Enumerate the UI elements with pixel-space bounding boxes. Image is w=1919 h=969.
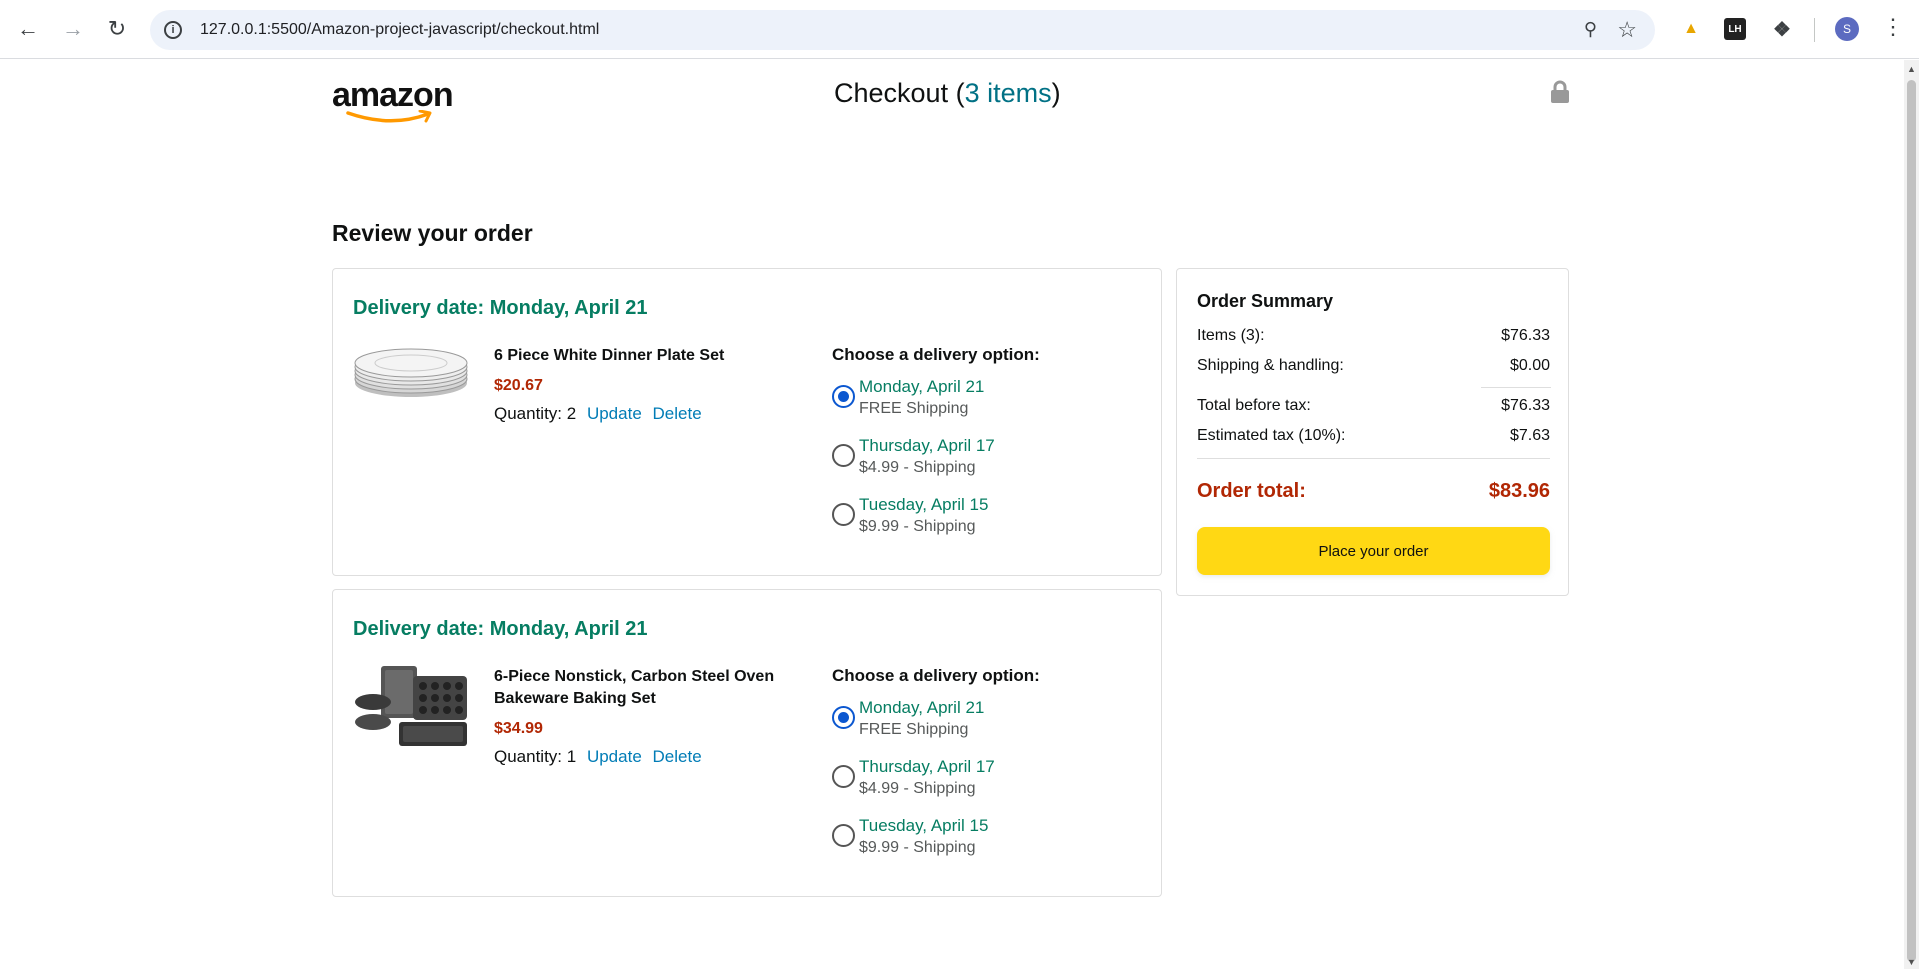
toolbar-divider bbox=[1814, 18, 1815, 42]
checkout-suffix: ) bbox=[1051, 78, 1061, 108]
delivery-option[interactable]: Tuesday, April 15 $9.99 - Shipping bbox=[832, 494, 988, 538]
product-quantity: Quantity: 1 Update Delete bbox=[494, 747, 702, 767]
lock-icon bbox=[1551, 80, 1569, 103]
url-text[interactable]: 127.0.0.1:5500/Amazon-project-javascript… bbox=[200, 21, 599, 39]
delivery-option[interactable]: Tuesday, April 15 $9.99 - Shipping bbox=[832, 815, 988, 859]
summary-items-label: Items (3): bbox=[1197, 327, 1265, 344]
summary-shipping-value: $0.00 bbox=[1509, 357, 1550, 374]
update-link[interactable]: Update bbox=[587, 404, 642, 423]
delivery-option-radio[interactable] bbox=[832, 706, 855, 729]
delivery-option[interactable]: Monday, April 21 FREE Shipping bbox=[832, 376, 984, 420]
delivery-option-price: $9.99 - Shipping bbox=[859, 518, 976, 535]
summary-before-tax-label: Total before tax: bbox=[1197, 397, 1311, 414]
summary-shipping-label: Shipping & handling: bbox=[1197, 357, 1344, 374]
order-summary: Order Summary Items (3): $76.33 Shipping… bbox=[1176, 268, 1569, 596]
items-count-link[interactable]: 3 items bbox=[965, 78, 1052, 108]
delivery-options-heading: Choose a delivery option: bbox=[832, 666, 1040, 685]
logo-text: amazon bbox=[332, 76, 454, 114]
page-title: Review your order bbox=[332, 220, 533, 246]
product-name: 6 Piece White Dinner Plate Set bbox=[494, 347, 725, 364]
update-link[interactable]: Update bbox=[587, 747, 642, 766]
summary-title: Order Summary bbox=[1197, 291, 1334, 311]
delivery-option-radio[interactable] bbox=[832, 824, 855, 847]
delivery-date: Delivery date: Monday, April 21 bbox=[353, 618, 648, 640]
vertical-scrollbar[interactable]: ▲ ▼ bbox=[1904, 60, 1919, 969]
delivery-options-heading: Choose a delivery option: bbox=[832, 345, 1040, 364]
delivery-option-price: $4.99 - Shipping bbox=[859, 780, 976, 797]
summary-tax-label: Estimated tax (10%): bbox=[1197, 427, 1346, 444]
browser-toolbar: ← → ↻ i 127.0.0.1:5500/Amazon-project-ja… bbox=[0, 0, 1919, 59]
delivery-option-radio[interactable] bbox=[832, 444, 855, 467]
back-icon[interactable]: ← bbox=[14, 15, 42, 43]
summary-before-tax-value: $76.33 bbox=[1501, 397, 1550, 414]
bookmark-star-icon[interactable]: ☆ bbox=[1617, 17, 1637, 43]
delivery-option-date: Thursday, April 17 bbox=[859, 436, 995, 455]
product-image-plates bbox=[354, 348, 468, 397]
scroll-thumb[interactable] bbox=[1907, 80, 1916, 962]
delivery-option-radio[interactable] bbox=[832, 503, 855, 526]
delivery-option-date: Monday, April 21 bbox=[859, 377, 985, 396]
delivery-option-price: FREE Shipping bbox=[859, 721, 969, 738]
summary-items-value: $76.33 bbox=[1501, 327, 1550, 344]
summary-row-shipping: Shipping & handling: $0.00 bbox=[1197, 357, 1550, 375]
delivery-option-radio[interactable] bbox=[832, 765, 855, 788]
amazon-logo[interactable]: amazon bbox=[332, 76, 454, 123]
delivery-option-price: FREE Shipping bbox=[859, 400, 969, 417]
product-quantity: Quantity: 2 Update Delete bbox=[494, 404, 702, 424]
delivery-option-date: Thursday, April 17 bbox=[859, 757, 995, 776]
delete-link[interactable]: Delete bbox=[653, 747, 702, 766]
delivery-option-date: Tuesday, April 15 bbox=[859, 816, 989, 835]
delivery-option-radio[interactable] bbox=[832, 385, 855, 408]
product-price: $20.67 bbox=[494, 377, 543, 394]
profile-avatar[interactable]: S bbox=[1835, 17, 1859, 41]
cart-item-container: Delivery date: Monday, April 21 6-Piece … bbox=[332, 589, 1162, 897]
order-total-value: $83.96 bbox=[1488, 480, 1550, 502]
extensions-puzzle-icon[interactable]: ❖ bbox=[1770, 18, 1794, 41]
quantity-label: Quantity: 1 bbox=[494, 747, 577, 766]
zoom-icon[interactable]: ⚲ bbox=[1584, 19, 1597, 40]
summary-divider bbox=[1197, 458, 1550, 459]
summary-row-tax: Estimated tax (10%): $7.63 bbox=[1197, 427, 1550, 445]
summary-divider bbox=[1481, 387, 1551, 388]
delivery-option[interactable]: Thursday, April 17 $4.99 - Shipping bbox=[832, 756, 995, 800]
extension-lighthouse-icon[interactable]: LH bbox=[1724, 18, 1746, 40]
forward-icon[interactable]: → bbox=[59, 15, 87, 43]
checkout-header: Checkout (3 items) bbox=[834, 78, 1061, 109]
summary-row-items: Items (3): $76.33 bbox=[1197, 327, 1550, 345]
quantity-label: Quantity: 2 bbox=[494, 404, 577, 423]
summary-row-before-tax: Total before tax: $76.33 bbox=[1197, 397, 1550, 415]
delivery-option-price: $4.99 - Shipping bbox=[859, 459, 976, 476]
delivery-option-date: Monday, April 21 bbox=[859, 698, 985, 717]
delivery-option-date: Tuesday, April 15 bbox=[859, 495, 989, 514]
delivery-date: Delivery date: Monday, April 21 bbox=[353, 297, 648, 319]
reload-icon[interactable]: ↻ bbox=[103, 15, 131, 43]
scroll-up-icon[interactable]: ▲ bbox=[1907, 64, 1916, 74]
scroll-down-icon[interactable]: ▼ bbox=[1907, 957, 1916, 967]
site-info-icon[interactable]: i bbox=[164, 21, 182, 39]
order-total-label: Order total: bbox=[1197, 480, 1306, 502]
browser-menu-icon[interactable]: ⋮ bbox=[1882, 14, 1904, 40]
product-image-bakeware bbox=[355, 666, 467, 746]
extension-helmet-icon[interactable]: ▲ bbox=[1680, 18, 1702, 40]
summary-row-total: Order total: $83.96 bbox=[1197, 480, 1550, 503]
place-order-button[interactable]: Place your order bbox=[1197, 527, 1550, 575]
delivery-option-price: $9.99 - Shipping bbox=[859, 839, 976, 856]
logo-smile-icon bbox=[346, 110, 432, 123]
checkout-prefix: Checkout ( bbox=[834, 78, 965, 108]
delivery-option[interactable]: Monday, April 21 FREE Shipping bbox=[832, 697, 984, 741]
delivery-option[interactable]: Thursday, April 17 $4.99 - Shipping bbox=[832, 435, 995, 479]
product-price: $34.99 bbox=[494, 720, 543, 737]
cart-item-container: Delivery date: Monday, April 21 6 Piece … bbox=[332, 268, 1162, 576]
summary-tax-value: $7.63 bbox=[1509, 427, 1550, 444]
product-name: 6-Piece Nonstick, Carbon Steel Oven Bake… bbox=[494, 668, 775, 707]
address-bar[interactable]: i 127.0.0.1:5500/Amazon-project-javascri… bbox=[150, 10, 1655, 50]
delete-link[interactable]: Delete bbox=[653, 404, 702, 423]
